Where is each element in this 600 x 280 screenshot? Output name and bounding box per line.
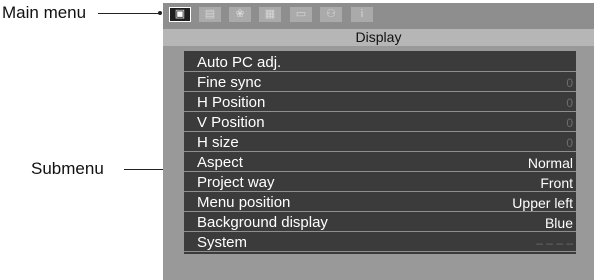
menu-item-label: Project way	[197, 174, 275, 191]
menu-item-label: Aspect	[197, 154, 243, 171]
menu-item-value: 0	[566, 76, 573, 90]
menu-item-system[interactable]: System – – – –	[184, 234, 576, 252]
tab-network[interactable]: ⚇	[320, 7, 342, 22]
menu-item-v-position[interactable]: V Position 0	[184, 114, 576, 132]
main-menu-callout-dot	[158, 11, 162, 15]
menu-item-value: Front	[540, 175, 573, 191]
screen-icon: ▭	[295, 8, 307, 20]
submenu-callout: Submenu	[31, 159, 104, 178]
display-icon: ▣	[174, 8, 186, 20]
menu-item-background-display[interactable]: Background display Blue	[184, 214, 576, 232]
menu-item-label: H size	[197, 134, 239, 151]
menu-item-label: Auto PC adj.	[197, 54, 282, 71]
main-menu-callout-line	[98, 13, 160, 14]
menu-item-h-position[interactable]: H Position 0	[184, 94, 576, 112]
tab-color[interactable]: ❀	[229, 7, 251, 22]
menu-item-label: Menu position	[197, 194, 291, 211]
menu-item-value: – – – –	[536, 236, 573, 250]
menu-item-value: Normal	[527, 155, 573, 171]
menu-item-value: 0	[566, 136, 573, 150]
menu-item-menu-position[interactable]: Menu position Upper left	[184, 194, 576, 212]
menu-item-value: Blue	[544, 215, 573, 231]
tab-display[interactable]: ▣	[169, 7, 191, 22]
menu-item-h-size[interactable]: H size 0	[184, 134, 576, 152]
info-icon: i	[360, 8, 364, 20]
color-icon: ❀	[235, 8, 245, 20]
tab-screen[interactable]: ▭	[290, 7, 312, 22]
network-icon: ⚇	[326, 8, 336, 20]
menu-item-label: H Position	[197, 94, 266, 111]
menu-item-value: 0	[566, 96, 573, 110]
menu-item-label: Fine sync	[197, 74, 262, 91]
menu-item-value: 0	[566, 116, 573, 130]
menu-item-label: V Position	[197, 114, 265, 131]
input-icon: ▦	[264, 8, 276, 20]
menu-item-label: Background display	[197, 214, 328, 231]
menu-item-aspect[interactable]: Aspect Normal	[184, 154, 576, 172]
tab-input[interactable]: ▦	[259, 7, 281, 22]
main-menu-callout: Main menu	[2, 3, 87, 22]
menu-item-fine-sync[interactable]: Fine sync 0	[184, 74, 576, 92]
main-menu-tabbar: ▣ ▤ ❀ ▦ ▭ ⚇ i	[163, 3, 594, 29]
menu-item-label: System	[197, 234, 248, 251]
submenu-list: Auto PC adj. Fine sync 0 H Position 0 V Posit…	[184, 51, 576, 254]
tab-info[interactable]: i	[351, 7, 373, 22]
menu-item-value: Upper left	[512, 195, 573, 211]
picture-icon: ▤	[204, 8, 216, 20]
menu-item-project-way[interactable]: Project way Front	[184, 174, 576, 192]
menu-window: Display Auto PC adj. Fine sync 0 H Position…	[163, 29, 594, 280]
menu-title: Display	[163, 29, 594, 46]
tab-picture[interactable]: ▤	[199, 7, 221, 22]
menu-item-auto-pc-adj[interactable]: Auto PC adj.	[184, 54, 576, 72]
